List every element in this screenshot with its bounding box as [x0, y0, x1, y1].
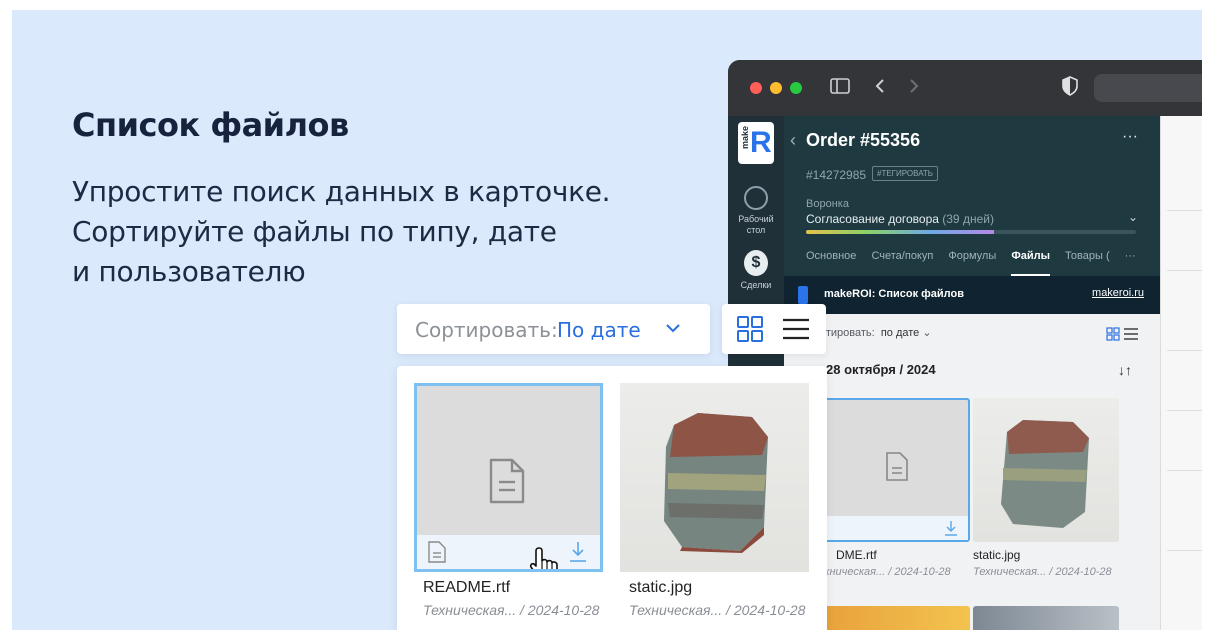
list-view-icon[interactable] [1124, 328, 1138, 340]
sidebar-toggle-icon[interactable] [830, 78, 850, 94]
inner-file-card-readme[interactable] [824, 398, 970, 542]
tag-button[interactable]: #ТЕГИРОВАТЬ [872, 166, 939, 181]
sort-dropdown[interactable]: Сортировать: По дате [397, 304, 710, 354]
deal-tabs: Основное Счета/покуп Формулы Файлы Товар… [806, 250, 1148, 276]
sidebar-item-deals[interactable]: $ Сделки [728, 250, 784, 291]
file-card-footer [417, 535, 600, 569]
sort-label: Сортировать: [415, 318, 558, 342]
more-options-button[interactable]: ··· [1122, 128, 1138, 146]
description: Упростите поиск данных в карточке. Сорти… [72, 172, 692, 292]
shield-icon[interactable] [1062, 76, 1078, 96]
chevron-down-icon[interactable] [665, 322, 681, 334]
forward-arrow-icon[interactable] [908, 78, 920, 94]
view-toggle [722, 304, 826, 354]
widget-title: makeROI: Список файлов [824, 288, 964, 300]
widget-header: makeROI: Список файлов makeroi.ru [784, 276, 1160, 314]
funnel-progress [806, 230, 1136, 234]
chevron-down-icon[interactable]: ⌄ [1128, 210, 1138, 224]
hand-cursor-icon [529, 547, 558, 569]
back-arrow-icon[interactable] [874, 78, 886, 94]
order-number: #14272985 [806, 168, 867, 182]
download-icon[interactable] [944, 520, 958, 536]
rock-photo [1001, 420, 1089, 528]
order-title: Order #55356 [806, 130, 921, 150]
list-view-button[interactable] [782, 318, 810, 340]
grid-view-icon[interactable] [1106, 327, 1120, 341]
tab-files[interactable]: Файлы [1011, 250, 1050, 276]
close-window-button[interactable] [750, 82, 762, 94]
right-panel [1160, 116, 1202, 630]
file-card-static[interactable] [620, 383, 809, 572]
grid-view-button[interactable] [736, 316, 764, 342]
promo-card: Список файлов Упростите поиск данных в к… [12, 10, 1202, 630]
file-thumbnail[interactable] [824, 606, 970, 630]
tab-invoices[interactable]: Счета/покуп [871, 250, 933, 274]
makeroi-app-icon [798, 286, 808, 304]
back-chevron-icon[interactable]: ‹ [790, 130, 796, 151]
description-line-3: и пользователю [72, 255, 306, 288]
file-type-icon [428, 541, 446, 563]
rock-photo [664, 413, 768, 553]
file-meta-static: Техническая... / 2024-10-28 [629, 602, 806, 618]
file-thumbnail[interactable] [973, 606, 1119, 630]
makeroi-link[interactable]: makeroi.ru [1092, 287, 1144, 299]
dollar-icon: $ [744, 250, 768, 276]
tabs-more-button[interactable]: ··· [1125, 250, 1136, 274]
minimize-window-button[interactable] [770, 82, 782, 94]
inner-file-meta-readme: хническая... / 2024-10-28 [824, 566, 951, 578]
browser-titlebar [728, 60, 1202, 116]
file-name-static: static.jpg [629, 579, 693, 596]
page-title: Список файлов [72, 106, 349, 144]
file-name-readme: README.rtf [423, 579, 511, 596]
funnel-label: Воронка [806, 198, 849, 210]
document-icon [886, 452, 908, 481]
sidebar-item-dashboard[interactable]: Рабочий стол [728, 186, 784, 236]
file-card-readme[interactable] [414, 383, 603, 572]
deal-card: ‹ Order #55356 ··· #14272985 #ТЕГИРОВАТЬ… [784, 116, 1160, 630]
inner-file-meta-static: Техническая... / 2024-10-28 [973, 566, 1112, 578]
sort-value[interactable]: По дате [557, 318, 641, 342]
inner-sort-control[interactable]: ртировать: по дате ⌄ [820, 326, 932, 339]
makeroi-logo[interactable]: make R [738, 122, 774, 164]
inner-file-name-readme: DME.rtf [836, 548, 877, 562]
maximize-window-button[interactable] [790, 82, 802, 94]
tab-formulas[interactable]: Формулы [948, 250, 996, 274]
description-line-1: Упростите поиск данных в карточке. [72, 175, 611, 208]
sort-direction-icon[interactable]: ↓↑ [1118, 362, 1132, 378]
document-icon [489, 458, 525, 504]
inner-file-card-static[interactable] [973, 398, 1119, 542]
description-line-2: Сортируйте файлы по типу, дате [72, 215, 557, 248]
download-icon[interactable] [568, 541, 588, 563]
inner-file-name-static: static.jpg [973, 548, 1021, 562]
file-grid: README.rtf Техническая... / 2024-10-28 s… [397, 366, 827, 630]
file-meta-readme: Техническая... / 2024-10-28 [423, 602, 600, 618]
tab-products[interactable]: Товары ( [1065, 250, 1110, 274]
deal-header: ‹ Order #55356 ··· #14272985 #ТЕГИРОВАТЬ… [784, 116, 1160, 276]
funnel-stage[interactable]: Согласование договора (39 дней) [806, 212, 994, 226]
speedometer-icon [744, 186, 768, 210]
address-bar[interactable] [1094, 74, 1202, 102]
tab-main[interactable]: Основное [806, 250, 856, 274]
date-group-header: 28 октября / 2024 [826, 362, 936, 377]
